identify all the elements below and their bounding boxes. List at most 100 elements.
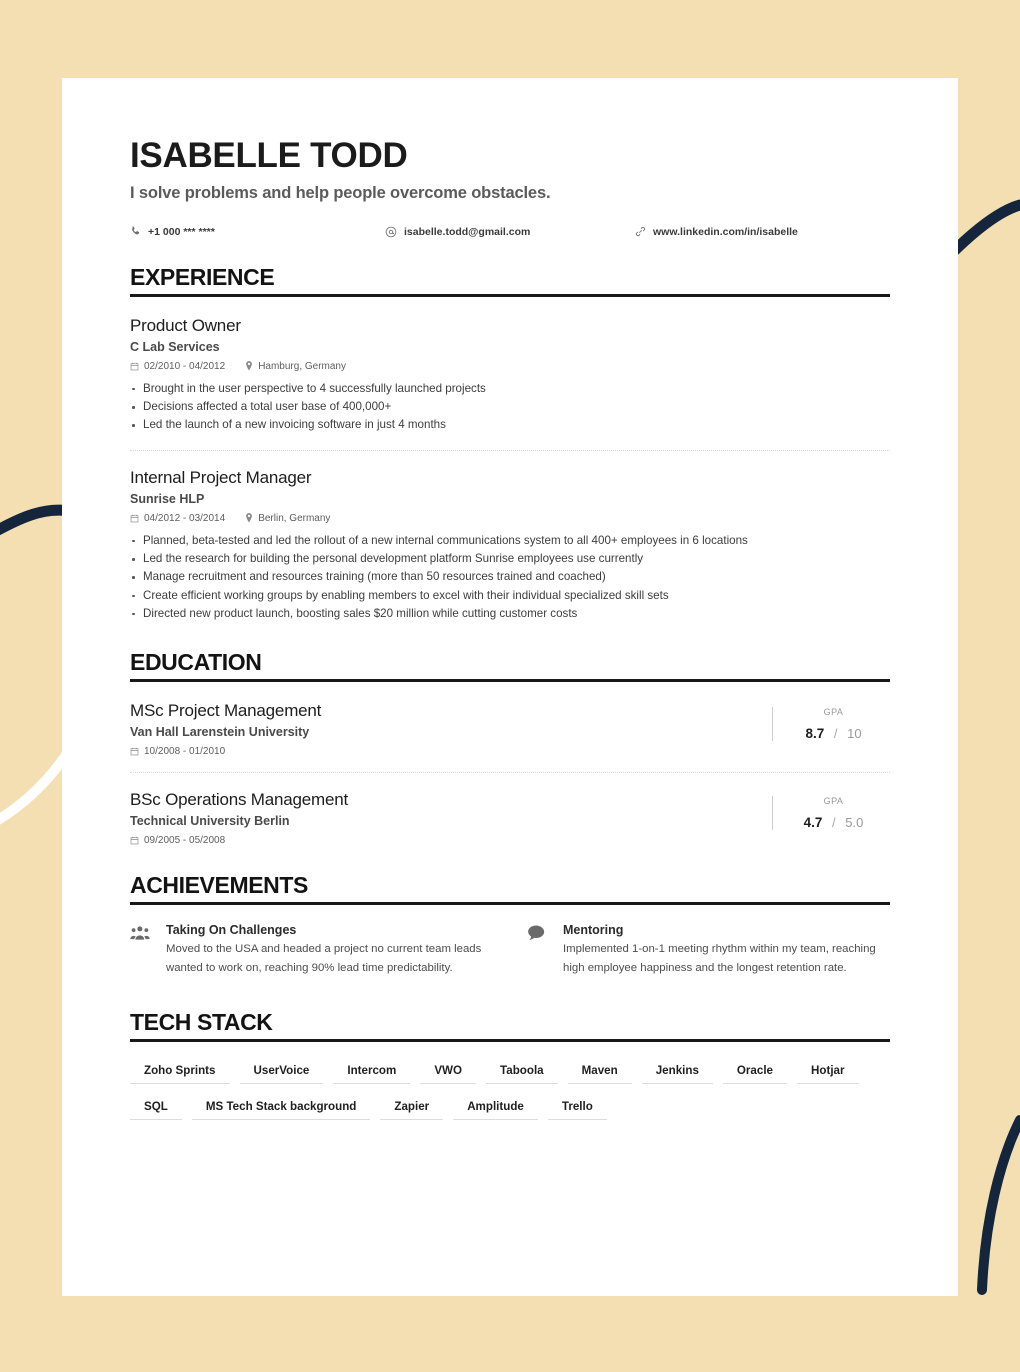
section-title-achievements: ACHIEVEMENTS [130, 872, 308, 899]
gpa-block: GPA 4.7 / 5.0 [772, 796, 890, 831]
education-degree: BSc Operations Management [130, 790, 349, 810]
experience-location-group: Berlin, Germany [245, 513, 330, 524]
education-entry: BSc Operations Management Technical Univ… [130, 773, 890, 846]
gpa-label: GPA [823, 796, 844, 807]
header-tagline: I solve problems and help people overcom… [130, 183, 551, 202]
phone-icon [130, 226, 141, 237]
experience-role: Product Owner [130, 315, 241, 335]
gpa-scale: 10 [847, 726, 862, 742]
education-dates: 10/2008 - 01/2010 [144, 746, 226, 758]
list-item: Manage recruitment and resources trainin… [130, 568, 890, 586]
tech-tag: MS Tech Stack background [191, 1100, 371, 1121]
map-pin-icon [245, 513, 253, 523]
education-institution: Van Hall Larenstein University [130, 725, 310, 740]
experience-location-group: Hamburg, Germany [245, 361, 346, 372]
experience-dates-group: 02/2010 - 04/2012 [130, 361, 225, 372]
experience-organization: Sunrise HLP [130, 491, 205, 506]
tech-tag: SQL [130, 1100, 182, 1121]
education-dates-group: 09/2005 - 05/2008 [130, 835, 225, 846]
link-icon [635, 226, 646, 237]
section-rule [130, 902, 890, 906]
experience-meta: 02/2010 - 04/2012 Hamburg, Germany [130, 361, 890, 372]
tech-tag: Amplitude [453, 1100, 538, 1121]
contact-phone[interactable]: +1 000 *** **** [130, 226, 385, 238]
list-item: Led the launch of a new invoicing softwa… [130, 416, 890, 434]
experience-dates: 04/2012 - 03/2014 [144, 512, 226, 524]
tech-tag: Maven [567, 1064, 632, 1085]
experience-dates-group: 04/2012 - 03/2014 [130, 513, 225, 524]
experience-location: Hamburg, Germany [258, 360, 346, 372]
experience-bullets: Planned, beta-tested and led the rollout… [130, 532, 890, 624]
section-achievements: ACHIEVEMENTS Taking On Challenges Moved … [130, 872, 890, 977]
achievement-title: Taking On Challenges [166, 923, 297, 938]
tech-tag: Hotjar [797, 1064, 859, 1085]
achievement-item: Taking On Challenges Moved to the USA an… [130, 923, 493, 977]
contact-row: +1 000 *** **** isabelle.todd@gmail.com [130, 226, 890, 238]
contact-linkedin-value: www.linkedin.com/in/isabelle [653, 225, 798, 238]
tech-stack-tags: Zoho Sprints UserVoice Intercom VWO Tabo… [130, 1064, 890, 1136]
at-sign-icon [385, 226, 397, 238]
section-rule [130, 1039, 890, 1043]
section-title-education: EDUCATION [130, 649, 262, 676]
list-item: Planned, beta-tested and led the rollout… [130, 532, 890, 550]
contact-email[interactable]: isabelle.todd@gmail.com [385, 226, 635, 238]
experience-entry: Product Owner C Lab Services 02/2010 - 0… [130, 299, 890, 435]
education-meta: 09/2005 - 05/2008 [130, 835, 772, 846]
section-education: EDUCATION MSc Project Management Van Hal… [130, 649, 890, 846]
speech-bubble-icon [527, 923, 549, 977]
education-dates-group: 10/2008 - 01/2010 [130, 746, 225, 757]
tech-tag: UserVoice [239, 1064, 324, 1085]
list-item: Decisions affected a total user base of … [130, 398, 890, 416]
tech-tag: Oracle [722, 1064, 788, 1085]
calendar-icon [130, 747, 139, 756]
calendar-icon [130, 514, 139, 523]
experience-location: Berlin, Germany [258, 512, 331, 524]
tech-tag: Taboola [486, 1064, 558, 1085]
tech-tag: Jenkins [641, 1064, 713, 1085]
resume-header: ISABELLE TODD I solve problems and help … [130, 136, 890, 238]
tech-tag: Trello [547, 1100, 607, 1121]
achievement-item: Mentoring Implemented 1-on-1 meeting rhy… [527, 923, 890, 977]
achievements-grid: Taking On Challenges Moved to the USA an… [130, 923, 890, 977]
gpa-score: 8.7 [805, 726, 825, 742]
page-title: ISABELLE TODD [130, 136, 408, 175]
map-pin-icon [245, 361, 253, 371]
education-degree: MSc Project Management [130, 701, 322, 721]
section-title-experience: EXPERIENCE [130, 263, 275, 290]
experience-dates: 02/2010 - 04/2012 [144, 360, 226, 372]
tech-tag: Intercom [333, 1064, 411, 1085]
tech-tag: Zapier [380, 1100, 444, 1121]
section-title-tech-stack: TECH STACK [130, 1009, 273, 1036]
education-institution: Technical University Berlin [130, 814, 290, 829]
gpa-separator: / [833, 726, 838, 742]
education-entry: MSc Project Management Van Hall Larenste… [130, 684, 890, 757]
gpa-separator: / [832, 815, 836, 831]
education-meta: 10/2008 - 01/2010 [130, 746, 772, 757]
list-item: Led the research for building the person… [130, 550, 890, 568]
section-tech-stack: TECH STACK Zoho Sprints UserVoice Interc… [130, 1009, 890, 1136]
gpa-score: 4.7 [803, 815, 823, 831]
experience-meta: 04/2012 - 03/2014 Berlin, Germany [130, 513, 890, 524]
gpa-value: 8.7 / 10 [795, 726, 890, 741]
achievement-description: Moved to the USA and headed a project no… [166, 943, 482, 974]
calendar-icon [130, 836, 139, 845]
list-item: Create efficient working groups by enabl… [130, 587, 890, 605]
contact-phone-value: +1 000 *** **** [148, 225, 215, 238]
people-group-icon [130, 923, 152, 977]
list-item: Brought in the user perspective to 4 suc… [130, 380, 890, 398]
gpa-block: GPA 8.7 / 10 [772, 707, 890, 742]
calendar-icon [130, 362, 139, 371]
gpa-value: 4.7 / 5.0 [795, 815, 890, 830]
resume-page: ISABELLE TODD I solve problems and help … [62, 78, 958, 1296]
contact-linkedin[interactable]: www.linkedin.com/in/isabelle [635, 226, 798, 238]
section-experience: EXPERIENCE Product Owner C Lab Services … [130, 264, 890, 624]
experience-organization: C Lab Services [130, 339, 220, 354]
section-rule [130, 293, 890, 297]
list-item: Directed new product launch, boosting sa… [130, 605, 890, 623]
tech-tag: Zoho Sprints [130, 1064, 230, 1085]
experience-role: Internal Project Manager [130, 467, 312, 487]
education-dates: 09/2005 - 05/2008 [144, 835, 226, 847]
contact-email-value: isabelle.todd@gmail.com [404, 225, 531, 238]
achievement-title: Mentoring [563, 923, 624, 938]
achievement-description: Implemented 1-on-1 meeting rhythm within… [563, 943, 876, 974]
